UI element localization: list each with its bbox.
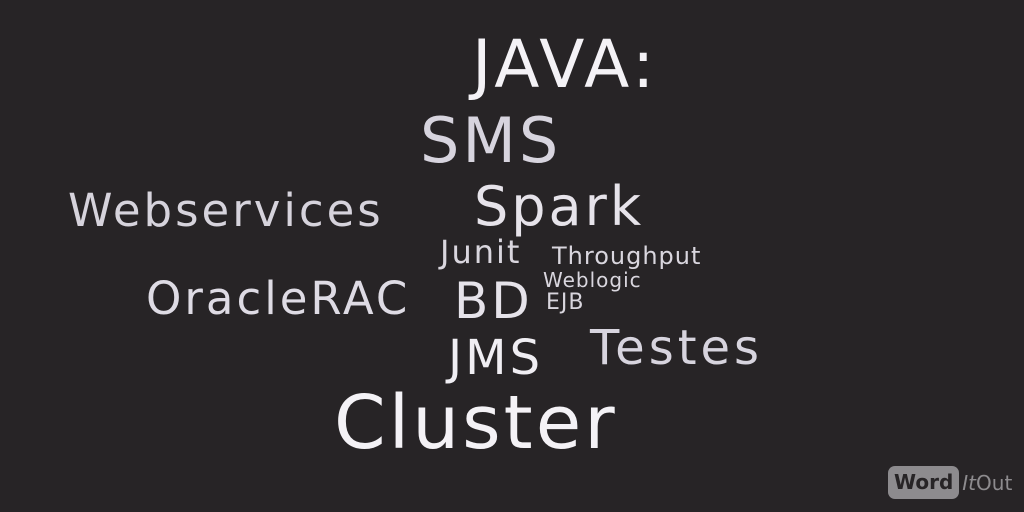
word-spark: Spark xyxy=(474,175,645,238)
word-cloud: JAVA: SMS Webservices Spark Junit Throug… xyxy=(0,0,1024,512)
word-java: JAVA: xyxy=(472,26,659,103)
word-cluster: Cluster xyxy=(334,380,618,466)
logo-out: Out xyxy=(976,470,1013,495)
word-weblogic: Weblogic xyxy=(543,268,642,292)
word-bd: BD xyxy=(454,272,533,330)
logo-itout: ItOut xyxy=(962,473,1012,493)
word-webservices: Webservices xyxy=(68,184,384,237)
logo-word: Word xyxy=(888,466,960,499)
word-testes: Testes xyxy=(590,320,764,376)
word-throughput: Throughput xyxy=(552,242,702,270)
logo-it: It xyxy=(962,470,977,495)
word-sms: SMS xyxy=(420,104,562,177)
word-ejb: EJB xyxy=(546,290,585,315)
word-junit: Junit xyxy=(440,233,522,271)
wordltout-logo[interactable]: Word ItOut xyxy=(888,466,1012,499)
word-jms: JMS xyxy=(448,330,544,386)
word-oraclerac: OracleRAC xyxy=(146,272,411,325)
